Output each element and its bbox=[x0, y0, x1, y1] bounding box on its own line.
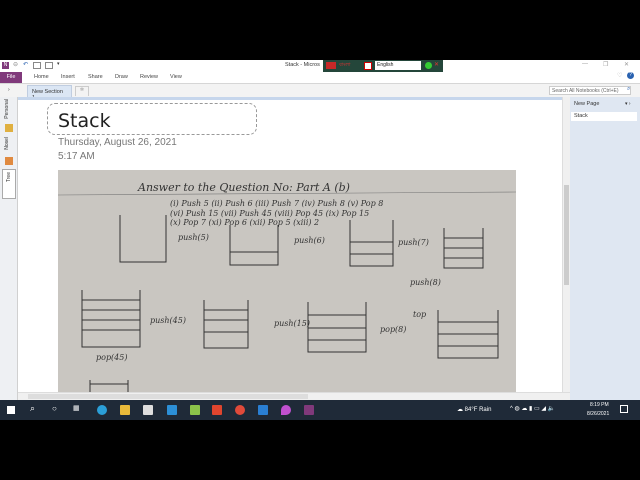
page-item-stack[interactable]: Stack bbox=[571, 112, 637, 121]
ime-icon bbox=[326, 62, 336, 69]
help-icon[interactable]: ? bbox=[627, 72, 634, 79]
op-label: top bbox=[413, 310, 426, 319]
notes-line: (i) Push 5 (ii) Push 6 (iii) Push 7 (iv)… bbox=[170, 199, 383, 208]
rain-icon: ☁ bbox=[457, 407, 465, 413]
file-explorer-icon[interactable] bbox=[120, 405, 130, 415]
clock-date[interactable]: 8/26/2021 bbox=[587, 411, 609, 417]
ime-label: বাংলা bbox=[339, 62, 351, 68]
new-page-button[interactable]: New Page bbox=[574, 101, 599, 107]
notebook-icon bbox=[5, 157, 13, 165]
tab-view[interactable]: View bbox=[170, 74, 182, 80]
notebook-personal[interactable]: Personal bbox=[4, 99, 10, 119]
notebook-nosel[interactable]: Nosel bbox=[4, 137, 10, 150]
paint-icon[interactable] bbox=[281, 405, 291, 415]
ribbon-collapse-icon[interactable]: ♡ bbox=[617, 72, 622, 79]
title-container[interactable]: Stack bbox=[47, 103, 257, 135]
op-label: pop(8) bbox=[380, 325, 406, 334]
handwritten-notes-image[interactable]: Answer to the Question No: Part A (b) (i… bbox=[57, 170, 517, 393]
notes-app-icon[interactable] bbox=[190, 405, 200, 415]
title-bar: N ⊖ ↶ ▾ Stack - Micros বাংলা English ✕ —… bbox=[0, 60, 640, 72]
file-tab[interactable]: File bbox=[0, 72, 22, 83]
dock-icon[interactable] bbox=[33, 62, 41, 69]
globe-icon[interactable] bbox=[425, 62, 432, 69]
expand-notebooks-icon[interactable]: › bbox=[8, 87, 10, 93]
close-button[interactable]: ✕ bbox=[624, 61, 629, 68]
section-tab-new-section-1[interactable]: New Section 1 bbox=[27, 85, 72, 101]
op-label: push(15) bbox=[274, 319, 310, 328]
tab-insert[interactable]: Insert bbox=[61, 74, 75, 80]
notifications-icon[interactable] bbox=[620, 405, 628, 413]
search-input[interactable]: Search All Notebooks (Ctrl+E) bbox=[549, 86, 631, 95]
notebook-icon bbox=[5, 124, 13, 132]
notes-line: (vi) Push 15 (vii) Push 45 (viii) Pop 45… bbox=[170, 209, 369, 218]
onenote-taskbar-icon[interactable] bbox=[304, 405, 314, 415]
mail-icon[interactable] bbox=[167, 405, 177, 415]
horizontal-scrollbar[interactable] bbox=[18, 392, 570, 400]
start-icon[interactable] bbox=[7, 406, 15, 414]
app-c-icon[interactable] bbox=[212, 405, 222, 415]
weather-text: 84°F Rain bbox=[464, 407, 492, 413]
notes-drawing: Answer to the Question No: Part A (b) (i… bbox=[57, 181, 517, 393]
notebook-tree[interactable]: Tree bbox=[2, 169, 16, 199]
back-icon[interactable]: ⊖ bbox=[13, 61, 18, 68]
onenote-logo-icon: N bbox=[2, 62, 9, 69]
add-section-tab[interactable]: ✲ bbox=[75, 86, 89, 96]
maximize-button[interactable]: ❐ bbox=[603, 61, 608, 68]
hscroll-thumb[interactable] bbox=[28, 394, 308, 399]
search-taskbar-icon[interactable]: ⌕ bbox=[30, 403, 35, 414]
notes-heading: Answer to the Question No: Part A (b) bbox=[137, 181, 350, 194]
section-tabs-row: › New Section 1 ✲ Search All Notebooks (… bbox=[0, 84, 640, 101]
language-select[interactable]: English bbox=[375, 61, 421, 70]
page-title[interactable]: Stack bbox=[58, 110, 111, 132]
op-label: push(8) bbox=[410, 278, 441, 287]
tab-draw[interactable]: Draw bbox=[115, 74, 128, 80]
search-icon[interactable]: ⌕ bbox=[627, 86, 630, 93]
ime-toolbar: বাংলা English ✕ bbox=[323, 60, 443, 72]
window-title: Stack - Micros bbox=[285, 62, 320, 68]
op-label: push(45) bbox=[150, 316, 186, 325]
tray-icons[interactable]: ^ ◍ ☁ ▮ ▭ ◢ 🔈 bbox=[510, 405, 555, 412]
close-toolbar-icon[interactable]: ✕ bbox=[434, 61, 439, 68]
store-icon[interactable] bbox=[143, 405, 153, 415]
op-label: push(7) bbox=[398, 238, 429, 247]
chrome-icon[interactable] bbox=[235, 405, 245, 415]
op-label: push(6) bbox=[294, 236, 325, 245]
pages-menu-icon[interactable]: ▾ › bbox=[625, 101, 631, 107]
weather-widget[interactable]: ☁ 84°F Rain bbox=[457, 406, 491, 413]
cortana-icon[interactable]: ○ bbox=[52, 404, 57, 413]
notebook-tree-label: Tree bbox=[6, 172, 12, 183]
undo-icon[interactable]: ↶ bbox=[23, 61, 28, 68]
ribbon-tabs: File Home Insert Share Draw Review View … bbox=[0, 72, 640, 84]
tab-home[interactable]: Home bbox=[34, 74, 49, 80]
edge-icon[interactable] bbox=[97, 405, 107, 415]
notes-line: (x) Pop 7 (xi) Pop 6 (xii) Pop 5 (xiii) … bbox=[170, 218, 319, 227]
clock-time[interactable]: 8:19 PM bbox=[590, 402, 609, 408]
acrobat-icon bbox=[364, 62, 372, 70]
vertical-scrollbar[interactable] bbox=[562, 97, 570, 397]
minimize-button[interactable]: — bbox=[582, 61, 588, 67]
tab-share[interactable]: Share bbox=[88, 74, 103, 80]
pages-panel: New Page ▾ › Stack bbox=[570, 97, 640, 400]
fullpage-icon[interactable] bbox=[45, 62, 53, 69]
op-label: pop(45) bbox=[96, 353, 127, 362]
task-view-icon[interactable]: ▦ bbox=[73, 404, 80, 412]
notebook-nav: Personal Nosel Tree bbox=[0, 97, 18, 400]
page-date: Thursday, August 26, 2021 bbox=[58, 137, 177, 148]
customize-icon[interactable]: ▾ bbox=[57, 61, 60, 67]
taskbar: ⌕ ○ ▦ ☁ 84°F Rain ^ ◍ ☁ ▮ ▭ ◢ 🔈 8:19 PM … bbox=[0, 400, 640, 420]
page-time: 5:17 AM bbox=[58, 151, 95, 162]
scroll-thumb[interactable] bbox=[564, 185, 569, 285]
photos-icon[interactable] bbox=[258, 405, 268, 415]
tab-review[interactable]: Review bbox=[140, 74, 158, 80]
op-label: push(5) bbox=[178, 233, 209, 242]
